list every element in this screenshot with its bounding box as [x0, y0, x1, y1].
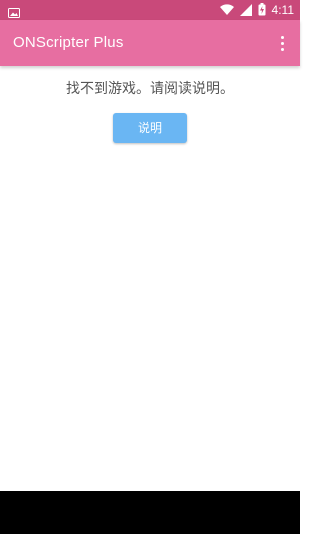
- status-bar: 4:11: [0, 0, 300, 20]
- navigation-bar-area: [0, 491, 300, 534]
- app-bar: ONScripter Plus: [0, 20, 300, 66]
- battery-charging-icon: [258, 1, 266, 20]
- status-time: 4:11: [271, 3, 294, 17]
- menu-dot: [280, 35, 284, 39]
- status-icons: 4:11: [219, 1, 294, 20]
- menu-dot: [280, 47, 284, 51]
- app-title: ONScripter Plus: [13, 34, 124, 51]
- image-notification-icon: [8, 4, 20, 18]
- wifi-icon: [219, 1, 234, 20]
- menu-dot: [280, 41, 284, 45]
- help-button[interactable]: 说明: [113, 113, 187, 143]
- game-not-found-message: 找不到游戏。请阅读说明。: [66, 81, 234, 97]
- more-vert-icon[interactable]: [272, 33, 292, 53]
- signal-icon: [239, 1, 252, 20]
